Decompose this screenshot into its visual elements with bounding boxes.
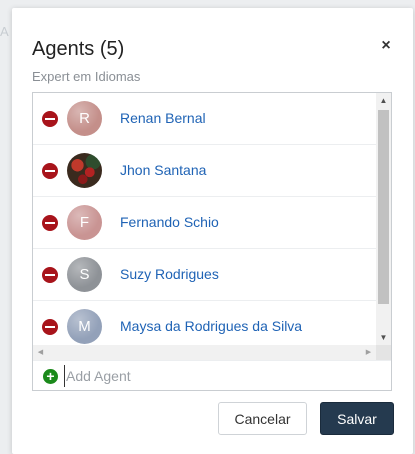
agent-row: R Renan Bernal: [33, 93, 376, 145]
agent-name-link[interactable]: Maysa da Rodrigues da Silva: [120, 318, 302, 334]
backdrop-text: A: [0, 24, 9, 39]
agent-name-link[interactable]: Renan Bernal: [120, 110, 206, 126]
agent-row: F Fernando Schio: [33, 197, 376, 249]
add-agent-input[interactable]: [64, 365, 364, 387]
agent-list: R Renan Bernal Jhon Santana F Fernando S…: [32, 92, 392, 391]
dialog-subtitle: Expert em Idiomas: [32, 69, 141, 84]
scrollbar-corner: [376, 345, 391, 360]
agent-name-link[interactable]: Jhon Santana: [120, 162, 206, 178]
avatar: F: [67, 205, 102, 240]
vertical-scrollbar[interactable]: ▲ ▼: [376, 93, 391, 345]
close-icon[interactable]: ×: [376, 36, 396, 56]
save-button[interactable]: Salvar: [320, 402, 394, 435]
agents-dialog: Agents (5) × Expert em Idiomas R Renan B…: [12, 8, 413, 454]
avatar: R: [67, 101, 102, 136]
cancel-button[interactable]: Cancelar: [218, 402, 307, 435]
remove-agent-icon[interactable]: [42, 215, 58, 231]
scroll-up-arrow-icon[interactable]: ▲: [376, 93, 391, 108]
remove-agent-icon[interactable]: [42, 163, 58, 179]
dialog-title: Agents (5): [32, 38, 125, 60]
scrollbar-thumb[interactable]: [378, 110, 389, 304]
agent-row: Jhon Santana: [33, 145, 376, 197]
avatar: [67, 153, 102, 188]
avatar: S: [67, 257, 102, 292]
plus-circle-icon[interactable]: +: [43, 369, 58, 384]
avatar: M: [67, 309, 102, 344]
agent-name-link[interactable]: Suzy Rodrigues: [120, 266, 219, 282]
remove-agent-icon[interactable]: [42, 319, 58, 335]
scroll-left-arrow-icon[interactable]: ◀: [33, 345, 48, 360]
scroll-right-arrow-icon[interactable]: ▶: [361, 345, 376, 360]
add-agent-row: +: [33, 360, 391, 390]
agent-row: S Suzy Rodrigues: [33, 249, 376, 301]
agent-row: M Maysa da Rodrigues da Silva: [33, 301, 376, 345]
remove-agent-icon[interactable]: [42, 111, 58, 127]
agent-name-link[interactable]: Fernando Schio: [120, 214, 219, 230]
horizontal-scrollbar[interactable]: ◀ ▶: [33, 345, 376, 360]
scroll-down-arrow-icon[interactable]: ▼: [376, 330, 391, 345]
remove-agent-icon[interactable]: [42, 267, 58, 283]
agent-list-viewport: R Renan Bernal Jhon Santana F Fernando S…: [33, 93, 376, 345]
